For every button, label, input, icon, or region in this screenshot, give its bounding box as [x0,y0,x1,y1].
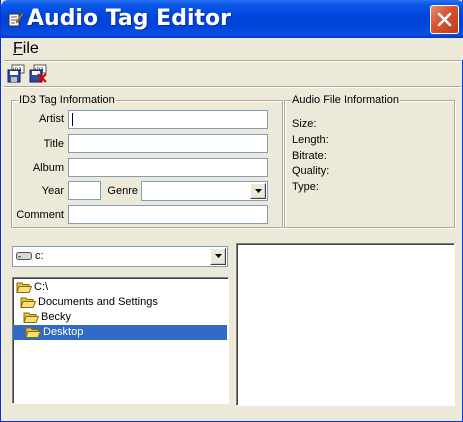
toolbar: ID3 ID3 [2,62,463,86]
genre-select[interactable] [141,181,268,201]
tree-item-label: Becky [41,311,71,323]
toolbar-separator [4,86,461,88]
open-folder-icon [23,312,39,323]
tree-item-root[interactable]: C:\ [14,280,50,295]
tree-item-desktop[interactable]: Desktop [13,325,227,340]
type-label: Type: [292,181,319,193]
title-field[interactable] [68,134,268,153]
genre-label: Genre [107,185,138,197]
menu-bar: File [2,38,463,60]
chevron-down-icon [255,189,262,193]
title-bar[interactable]: Audio Tag Editor [1,0,463,38]
app-window: Audio Tag Editor File ID3 ID3 [0,0,463,422]
comment-field[interactable] [68,205,268,224]
album-field[interactable] [68,158,268,177]
chevron-down-icon [215,254,222,258]
close-button[interactable] [430,5,459,34]
length-label: Length: [292,134,329,146]
app-icon [7,11,24,27]
tree-item-label: Documents and Settings [38,296,158,308]
artist-label: Artist [38,113,64,125]
text-caret [72,113,73,126]
file-list[interactable] [236,243,455,406]
remove-tag-icon: ID3 [29,64,47,83]
drive-icon [16,252,32,260]
year-field[interactable] [68,181,101,200]
quality-label: Quality: [292,165,330,177]
drive-dropdown-button[interactable] [210,248,226,265]
open-folder-icon [25,327,41,338]
bitrate-label: Bitrate: [292,150,327,162]
title-label: Title [43,138,64,150]
comment-label: Comment [16,209,64,221]
album-label: Album [32,162,64,174]
tree-item-becky[interactable]: Becky [21,310,73,325]
genre-dropdown-button[interactable] [250,183,266,199]
menu-file[interactable]: File [13,40,39,58]
year-label: Year [41,185,64,197]
artist-field[interactable] [68,110,268,129]
save-tag-icon: ID3 [7,64,25,83]
size-label: Size: [292,118,317,130]
id3-group-legend: ID3 Tag Information [18,94,116,107]
save-tag-button[interactable]: ID3 [7,64,26,83]
open-folder-icon [16,282,32,293]
audio-info-legend: Audio File Information [291,94,400,107]
tree-item-documents[interactable]: Documents and Settings [18,295,160,310]
tree-item-label: C:\ [34,281,49,293]
remove-tag-button[interactable]: ID3 [29,64,48,83]
window-title: Audio Tag Editor [27,6,231,31]
drive-value: c: [35,250,44,262]
close-icon [437,12,452,27]
drive-select[interactable]: c: [12,246,228,267]
open-folder-icon [20,297,36,308]
